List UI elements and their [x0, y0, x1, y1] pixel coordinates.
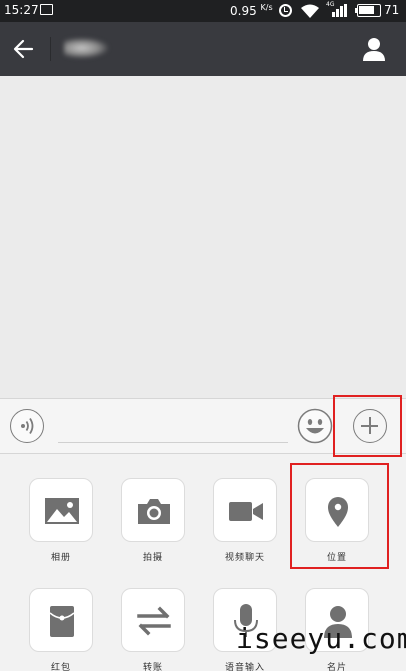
camera-icon — [138, 499, 170, 524]
battery-icon — [357, 4, 381, 17]
tool-camera-tile[interactable] — [121, 478, 185, 542]
tool-video-call-label: 视频聊天 — [224, 553, 265, 563]
tool-red-packet-label: 红包 — [50, 663, 71, 671]
chat-title — [64, 38, 108, 58]
tool-video-call-tile[interactable] — [213, 478, 277, 542]
tool-contact-card-label: 名片 — [326, 663, 347, 671]
tool-transfer-tile[interactable] — [121, 588, 185, 652]
message-input-underline — [58, 442, 288, 443]
message-list[interactable] — [0, 76, 406, 398]
watermark: iseeyu.com — [236, 622, 406, 655]
network-speed-value: 0.95 — [230, 4, 257, 18]
blurred-name — [64, 38, 108, 58]
tool-camera-label: 拍摄 — [142, 553, 163, 563]
red-packet-icon — [49, 606, 75, 637]
tool-album-tile[interactable] — [29, 478, 93, 542]
image-notification-icon — [40, 4, 53, 15]
title-divider — [50, 37, 51, 61]
tool-voice-input-label: 语音输入 — [224, 663, 265, 671]
tool-album-label: 相册 — [50, 553, 71, 563]
alarm-icon — [279, 4, 292, 17]
network-speed: 0.95 K/s — [230, 3, 273, 18]
emoji-icon[interactable] — [297, 408, 333, 444]
tool-transfer-label: 转账 — [142, 663, 163, 671]
highlight-plus-button — [333, 395, 402, 457]
network-speed-unit: K/s — [260, 3, 273, 12]
wifi-icon — [301, 4, 319, 18]
highlight-location-tool — [290, 463, 389, 569]
voice-icon — [20, 417, 33, 434]
status-time: 15:27 — [4, 3, 39, 17]
tool-red-packet-tile[interactable] — [29, 588, 93, 652]
chat-info-person-icon[interactable] — [360, 35, 388, 63]
back-arrow-icon[interactable] — [10, 35, 38, 63]
transfer-icon — [137, 606, 171, 636]
title-bar — [0, 22, 406, 76]
video-call-icon — [229, 502, 263, 521]
status-bar: 15:27 0.95 K/s 4G 71 — [0, 0, 406, 22]
voice-mode-button[interactable] — [10, 409, 44, 443]
signal-icon — [326, 4, 348, 17]
message-input[interactable] — [58, 411, 288, 441]
photo-album-icon — [45, 498, 79, 524]
battery-percent: 71 — [384, 3, 400, 17]
